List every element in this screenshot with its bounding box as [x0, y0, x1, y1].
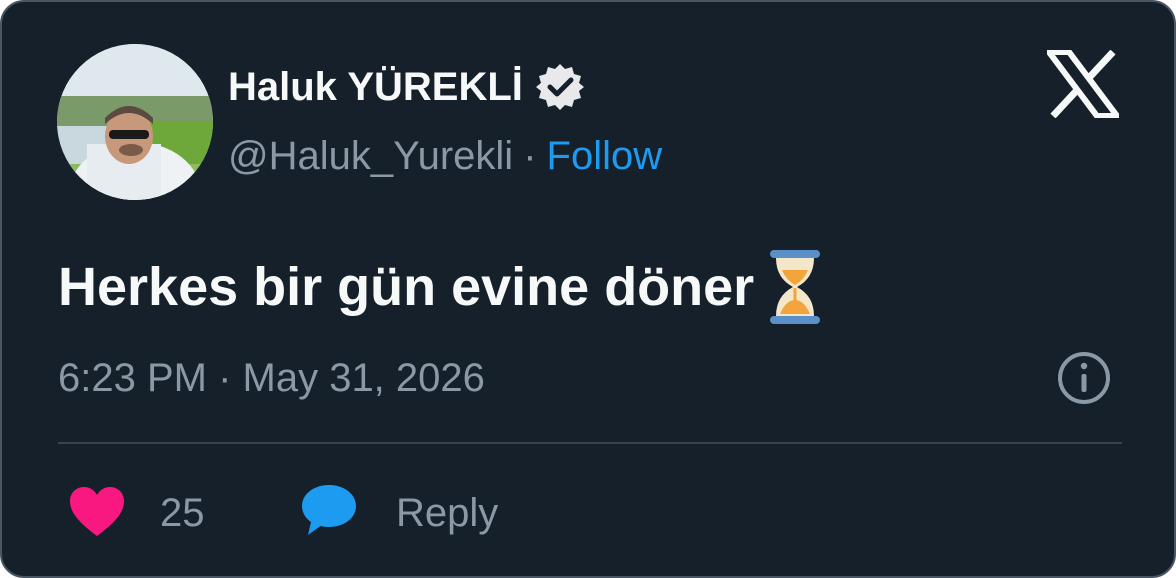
tweet-card: Haluk YÜREKLİ @Haluk_Yurekli · Follow Herk… — [0, 0, 1176, 578]
timestamp[interactable]: 6:23 PM · May 31, 2026 — [58, 354, 485, 402]
separator: · — [523, 134, 537, 178]
divider — [58, 442, 1122, 444]
verified-badge-icon[interactable] — [535, 62, 585, 112]
handle-line: @Haluk_Yurekli · Follow — [228, 132, 662, 180]
handle[interactable]: @Haluk_Yurekli — [228, 134, 513, 178]
display-name[interactable]: Haluk YÜREKLİ — [228, 62, 585, 112]
info-icon[interactable] — [1056, 350, 1112, 406]
x-logo-icon[interactable] — [1043, 49, 1123, 119]
heart-icon[interactable] — [68, 486, 126, 538]
avatar[interactable] — [57, 44, 213, 200]
tweet-text-content: Herkes bir gün evine döner — [58, 257, 755, 317]
tweet-text: Herkes bir gün evine döner — [58, 248, 824, 326]
display-name-text[interactable]: Haluk YÜREKLİ — [228, 63, 523, 111]
speech-bubble-icon[interactable] — [300, 482, 358, 538]
reply-button[interactable]: Reply — [396, 489, 498, 537]
follow-button[interactable]: Follow — [547, 134, 663, 178]
like-count[interactable]: 25 — [160, 489, 205, 537]
hourglass-emoji-icon — [766, 248, 824, 326]
